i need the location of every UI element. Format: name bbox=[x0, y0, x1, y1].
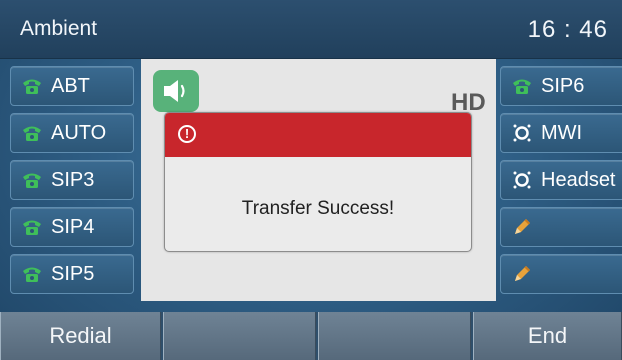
blf-icon bbox=[510, 121, 534, 145]
line-key-sip4[interactable]: SIP4 bbox=[10, 207, 134, 247]
line-key-headset[interactable]: Headset bbox=[500, 160, 622, 200]
title-bar: Ambient 16 : 46 bbox=[0, 0, 622, 59]
line-key-label: ABT bbox=[51, 74, 90, 97]
line-key-abt[interactable]: ABT bbox=[10, 66, 134, 106]
phone-icon bbox=[510, 74, 534, 98]
line-key-empty-1[interactable] bbox=[500, 207, 622, 247]
phone-icon bbox=[20, 168, 44, 192]
softkey-3[interactable] bbox=[318, 312, 471, 360]
redial-softkey[interactable]: Redial bbox=[0, 312, 161, 360]
call-panel: HD ! Transfer Success! bbox=[141, 59, 496, 301]
line-key-label: AUTO bbox=[51, 121, 107, 144]
account-title: Ambient bbox=[20, 17, 98, 40]
line-key-empty-2[interactable] bbox=[500, 254, 622, 294]
phone-icon bbox=[20, 121, 44, 145]
dialog-header: ! bbox=[165, 113, 471, 157]
line-key-sip6[interactable]: SIP6 bbox=[500, 66, 622, 106]
line-key-label: SIP4 bbox=[51, 215, 95, 238]
phone-screen: Ambient 16 : 46 ABT AUTO SIP3 SIP4 SIP5 … bbox=[0, 0, 622, 360]
end-softkey[interactable]: End bbox=[473, 312, 622, 360]
line-key-sip3[interactable]: SIP3 bbox=[10, 160, 134, 200]
pencil-icon bbox=[510, 215, 534, 239]
line-key-label: SIP6 bbox=[541, 74, 585, 97]
line-key-label: SIP3 bbox=[51, 168, 95, 191]
blf-icon bbox=[510, 168, 534, 192]
dialog-message: Transfer Success! bbox=[241, 198, 395, 219]
clock: 16 : 46 bbox=[527, 16, 608, 43]
line-key-sip5[interactable]: SIP5 bbox=[10, 254, 134, 294]
transfer-dialog: ! Transfer Success! bbox=[164, 112, 472, 252]
pencil-icon bbox=[510, 262, 534, 286]
speaker-icon bbox=[153, 70, 199, 112]
line-key-label: SIP5 bbox=[51, 262, 95, 285]
line-key-label: Headset bbox=[541, 168, 616, 191]
alert-icon: ! bbox=[178, 125, 196, 143]
softkey-2[interactable] bbox=[163, 312, 316, 360]
line-key-auto[interactable]: AUTO bbox=[10, 113, 134, 153]
phone-icon bbox=[20, 262, 44, 286]
phone-icon bbox=[20, 74, 44, 98]
line-key-mwi[interactable]: MWI bbox=[500, 113, 622, 153]
phone-icon bbox=[20, 215, 44, 239]
line-key-label: MWI bbox=[541, 121, 583, 144]
